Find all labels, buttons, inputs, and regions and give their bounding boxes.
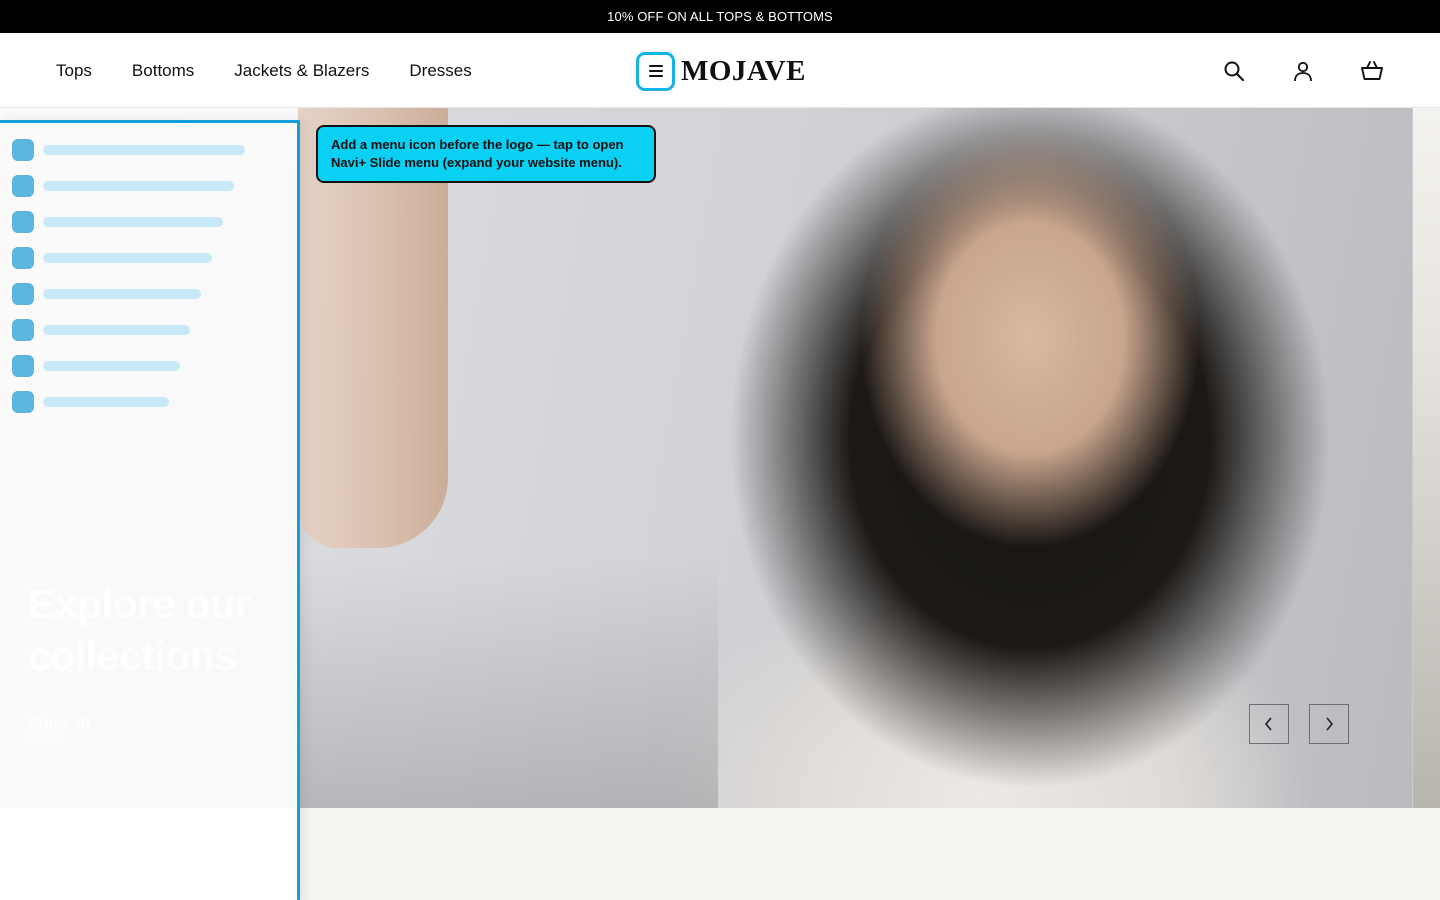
prev-slide-button[interactable] [1249, 704, 1289, 744]
menu-button[interactable] [636, 51, 675, 91]
announcement-text: 10% OFF ON ALL TOPS & BOTTOMS [607, 9, 833, 24]
site-logo[interactable]: MOJAVE [681, 55, 806, 88]
cart-icon [1361, 60, 1383, 80]
cart-button[interactable] [1360, 59, 1384, 83]
menu-item-icon [12, 355, 34, 377]
search-icon [1224, 61, 1245, 81]
menu-item-icon [12, 139, 34, 161]
next-slide-button[interactable] [1309, 704, 1349, 744]
slide-menu-item[interactable] [12, 247, 212, 269]
slide-menu-item[interactable] [12, 211, 223, 233]
menu-item-placeholder [43, 145, 245, 155]
menu-item-placeholder [43, 361, 180, 371]
slide-menu-item[interactable] [12, 283, 201, 305]
menu-item-placeholder [43, 289, 201, 299]
menu-item-icon [12, 283, 34, 305]
nav-item-tops[interactable]: Tops [56, 61, 92, 81]
site-header: Tops Bottoms Jackets & Blazers Dresses M… [0, 33, 1440, 108]
page: 10% OFF ON ALL TOPS & BOTTOMS Tops Botto… [0, 0, 1440, 900]
slide-menu-item[interactable] [12, 139, 245, 161]
account-icon [1294, 61, 1312, 81]
menu-item-placeholder [43, 181, 234, 191]
nav-item-jackets-blazers[interactable]: Jackets & Blazers [234, 61, 369, 81]
menu-item-icon [12, 175, 34, 197]
menu-hint-tooltip: Add a menu icon before the logo — tap to… [316, 125, 656, 183]
search-button[interactable] [1222, 59, 1246, 83]
logo-area: MOJAVE [636, 51, 806, 91]
next-slide-peek [1412, 108, 1440, 808]
slide-menu-panel [0, 120, 300, 900]
menu-item-icon [12, 319, 34, 341]
menu-item-placeholder [43, 325, 190, 335]
menu-item-placeholder [43, 217, 223, 227]
slide-menu-item[interactable] [12, 355, 180, 377]
slide-menu-item[interactable] [12, 391, 169, 413]
slide-menu-item[interactable] [12, 319, 190, 341]
menu-item-icon [12, 247, 34, 269]
slide-menu-item[interactable] [12, 175, 234, 197]
account-button[interactable] [1291, 59, 1315, 83]
menu-item-placeholder [43, 253, 212, 263]
hero-image-shade [298, 558, 718, 808]
chevron-left-icon [1264, 717, 1272, 731]
hamburger-icon [648, 65, 663, 77]
header-actions [1222, 33, 1384, 108]
nav-item-dresses[interactable]: Dresses [409, 61, 471, 81]
menu-item-icon [12, 211, 34, 233]
menu-item-placeholder [43, 397, 169, 407]
announcement-bar: 10% OFF ON ALL TOPS & BOTTOMS [0, 0, 1440, 33]
chevron-right-icon [1326, 717, 1334, 731]
nav-item-bottoms[interactable]: Bottoms [132, 61, 194, 81]
main-nav: Tops Bottoms Jackets & Blazers Dresses [56, 33, 472, 108]
menu-item-icon [12, 391, 34, 413]
